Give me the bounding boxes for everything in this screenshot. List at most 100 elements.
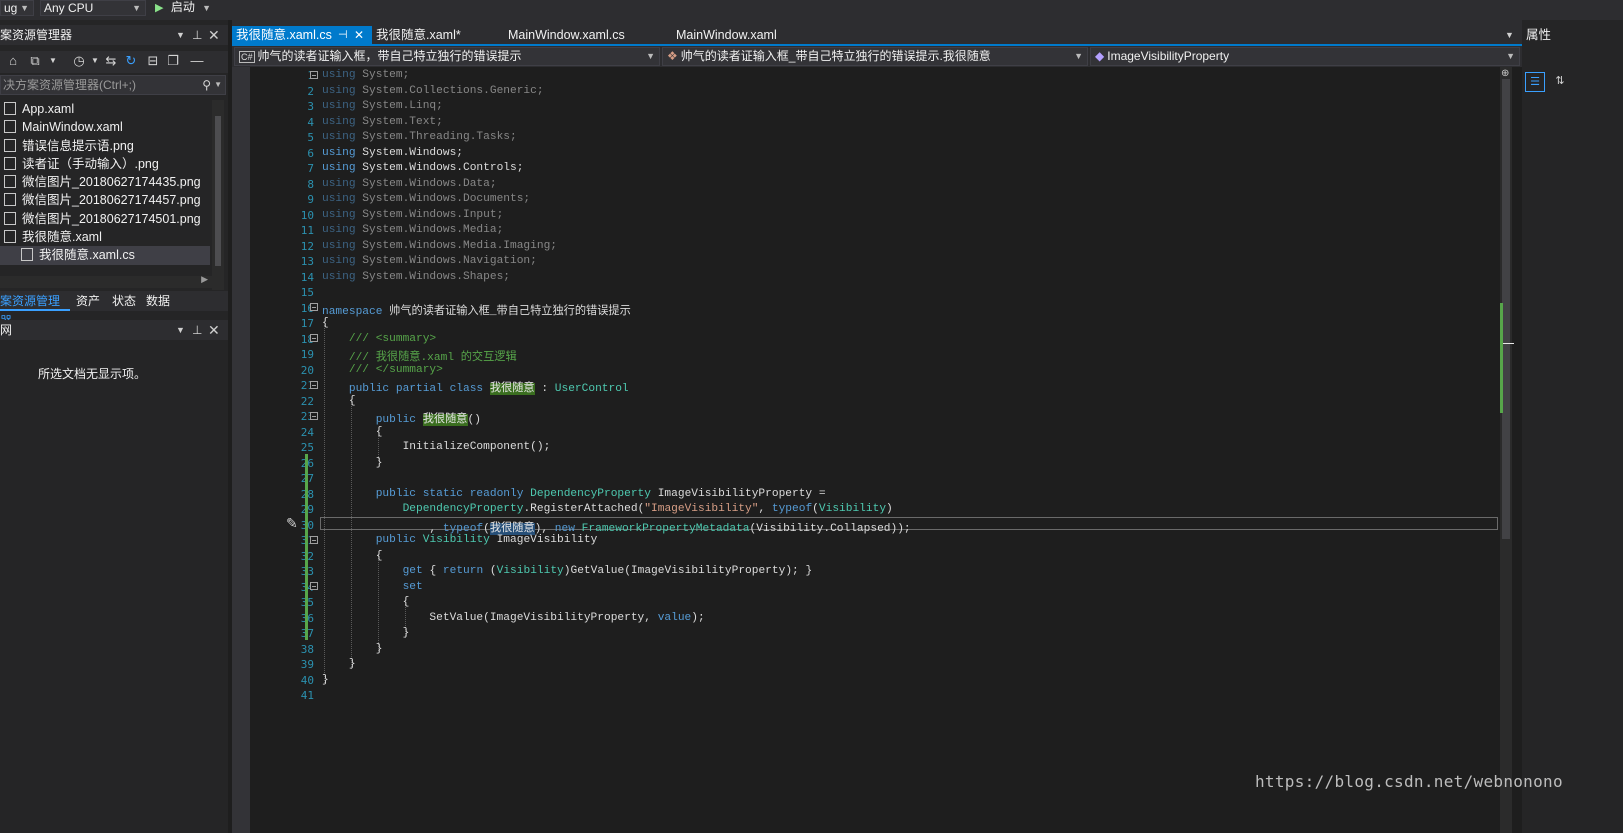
member-dropdown[interactable]: ◆ ImageVisibilityProperty ▼ bbox=[1090, 47, 1520, 66]
image-file-icon bbox=[4, 138, 16, 152]
change-marker bbox=[1500, 303, 1503, 413]
type-name: Visibility bbox=[496, 565, 564, 577]
tab-mainwindow-xaml-cs[interactable]: MainWindow.xaml.cs bbox=[504, 26, 654, 44]
code-text: System; bbox=[362, 69, 410, 81]
chevron-right-icon[interactable]: ▶ bbox=[201, 274, 208, 285]
collapse-icon[interactable] bbox=[310, 71, 318, 79]
sync-icon[interactable]: ⇆ bbox=[104, 54, 118, 68]
collapse-icon[interactable] bbox=[310, 334, 318, 342]
collapse-icon[interactable] bbox=[310, 381, 318, 389]
type-name: DependencyProperty bbox=[530, 487, 651, 500]
tab-label: 数据 bbox=[146, 294, 171, 308]
tree-item[interactable]: 微信图片_20180627174457.png bbox=[0, 191, 210, 209]
properties-icon[interactable]: — bbox=[190, 54, 204, 68]
quick-actions-icon[interactable]: ✎ bbox=[286, 515, 298, 532]
line-number: 39 bbox=[300, 658, 314, 671]
base-class: UserControl bbox=[554, 383, 629, 395]
tab-solution-explorer[interactable]: 案资源管理器 bbox=[0, 291, 70, 328]
chevron-down-icon[interactable]: ▼ bbox=[88, 54, 102, 68]
search-icon[interactable]: ⚲ bbox=[202, 76, 211, 94]
solution-explorer-search[interactable]: 决方案资源管理器(Ctrl+;) ⚲ ▼ bbox=[0, 75, 226, 95]
tree-item[interactable]: 我很随意.xaml.cs bbox=[0, 246, 210, 265]
scroll-thumb[interactable] bbox=[215, 116, 221, 266]
code-text: (Visibility.Collapsed)); bbox=[749, 522, 911, 535]
chevron-down-icon[interactable]: ▼ bbox=[46, 54, 60, 68]
tab-wohensuiyi-xaml[interactable]: 我很随意.xaml* bbox=[372, 26, 492, 44]
tree-item-label: App.xaml bbox=[22, 102, 75, 116]
tree-item[interactable]: 微信图片_20180627174435.png bbox=[0, 173, 210, 191]
pin-icon[interactable]: ⊥ bbox=[192, 25, 202, 45]
alphabetical-icon[interactable]: ⇅ bbox=[1550, 72, 1570, 92]
line-number: 11 bbox=[300, 224, 314, 237]
pin-icon[interactable]: ⊥ bbox=[192, 320, 202, 340]
tree-item[interactable]: 错误信息提示语.png bbox=[0, 137, 210, 155]
tree-scrollbar[interactable] bbox=[212, 100, 224, 290]
chevron-down-icon: ▼ bbox=[1074, 51, 1083, 61]
line-number: 21 bbox=[300, 379, 314, 392]
refresh-icon[interactable]: ↻ bbox=[124, 54, 138, 68]
tree-item[interactable]: 我很随意.xaml bbox=[0, 228, 210, 246]
line-number: 24 bbox=[300, 425, 314, 439]
tab-states[interactable]: 状态 bbox=[112, 291, 136, 311]
scroll-thumb[interactable] bbox=[1502, 79, 1510, 539]
tree-item-label: 我很随意.xaml bbox=[22, 230, 102, 245]
code-text: GetValue(ImageVisibilityProperty); } bbox=[570, 565, 813, 577]
line-number: 19 bbox=[300, 348, 314, 361]
categorized-icon[interactable]: ☰ bbox=[1525, 72, 1545, 92]
panel-tabs: 案资源管理器 资产 状态 数据 bbox=[0, 291, 228, 328]
image-file-icon bbox=[4, 175, 16, 189]
platform-value: Any CPU bbox=[44, 1, 94, 15]
editor-vertical-scrollbar[interactable]: ⊕ bbox=[1500, 67, 1514, 833]
close-icon[interactable]: ✕ bbox=[208, 320, 220, 340]
type-value: 帅气的读者证输入框_带自己特立独行的错误提示.我很随意 bbox=[680, 49, 991, 63]
play-icon: ▶ bbox=[155, 2, 164, 14]
tab-data[interactable]: 数据 bbox=[146, 291, 170, 311]
show-all-files-icon[interactable]: ❐ bbox=[166, 54, 180, 68]
collapse-icon[interactable] bbox=[310, 536, 318, 544]
tree-item[interactable]: 微信图片_20180627174501.png bbox=[0, 210, 210, 228]
chevron-down-icon[interactable]: ▼ bbox=[1505, 30, 1514, 40]
tab-label: 我很随意.xaml* bbox=[376, 28, 461, 42]
switch-views-icon[interactable]: ⧉ bbox=[28, 54, 42, 68]
line-number: 22 bbox=[300, 394, 314, 408]
pin-icon[interactable]: ⊣ bbox=[338, 26, 348, 44]
project-value: 帅气的读者证输入框，带自己特立独行的错误提示 bbox=[257, 49, 522, 63]
collapse-icon[interactable] bbox=[310, 412, 318, 420]
platform-dropdown[interactable]: Any CPU ▼ bbox=[40, 0, 146, 16]
close-icon[interactable]: ✕ bbox=[208, 25, 220, 45]
code-text: System.Windows.Controls; bbox=[362, 162, 524, 174]
type-dropdown[interactable]: ❖ 帅气的读者证输入框_带自己特立独行的错误提示.我很随意 ▼ bbox=[662, 47, 1088, 66]
collapse-icon[interactable] bbox=[310, 303, 318, 311]
horizontal-scrollbar[interactable]: ▶ bbox=[0, 274, 212, 288]
close-icon[interactable]: ✕ bbox=[354, 26, 364, 44]
type-name: Visibility bbox=[422, 534, 490, 546]
chevron-down-icon[interactable]: ▼ bbox=[176, 320, 185, 340]
chevron-down-icon[interactable]: ▼ bbox=[214, 76, 222, 94]
doc-comment: /// <summary> bbox=[348, 332, 437, 345]
collapse-all-icon[interactable]: ⊟ bbox=[146, 54, 160, 68]
split-icon[interactable]: ⊕ bbox=[1501, 68, 1509, 79]
tab-wohensuiyi-xaml-cs[interactable]: 我很随意.xaml.cs ⊣ ✕ bbox=[232, 26, 372, 44]
line-number: 8 bbox=[307, 177, 314, 191]
tree-item[interactable]: App.xaml bbox=[0, 100, 210, 118]
type-name: DependencyProperty bbox=[402, 503, 524, 515]
project-dropdown[interactable]: C# 帅气的读者证输入框，带自己特立独行的错误提示 ▼ bbox=[234, 47, 660, 66]
chevron-down-icon[interactable]: ▼ bbox=[176, 25, 185, 45]
tree-item[interactable]: MainWindow.xaml bbox=[0, 118, 210, 136]
class-reference: 我很随意 bbox=[489, 522, 535, 535]
tab-mainwindow-xaml[interactable]: MainWindow.xaml bbox=[672, 26, 812, 44]
line-number: 14 bbox=[300, 270, 314, 284]
start-button[interactable]: ▶ 启动 ▼ bbox=[155, 0, 211, 16]
history-icon[interactable]: ◷ bbox=[72, 54, 86, 68]
configuration-dropdown[interactable]: ug ▼ bbox=[0, 0, 34, 16]
code-text: InitializeComponent(); bbox=[402, 441, 551, 453]
code-text: System.Windows.Data; bbox=[362, 177, 497, 190]
code-editor[interactable]: 1234567891011121314151617181920212223242… bbox=[232, 67, 1522, 833]
collapse-icon[interactable] bbox=[310, 582, 318, 590]
tab-assets[interactable]: 资产 bbox=[76, 291, 100, 311]
home-icon[interactable]: ⌂ bbox=[6, 54, 20, 68]
code-text: System.Windows.Documents; bbox=[362, 193, 531, 205]
solution-explorer-title: 案资源管理器 bbox=[0, 28, 73, 42]
line-number: 40 bbox=[300, 673, 314, 687]
tree-item[interactable]: 读者证（手动输入）.png bbox=[0, 155, 210, 173]
